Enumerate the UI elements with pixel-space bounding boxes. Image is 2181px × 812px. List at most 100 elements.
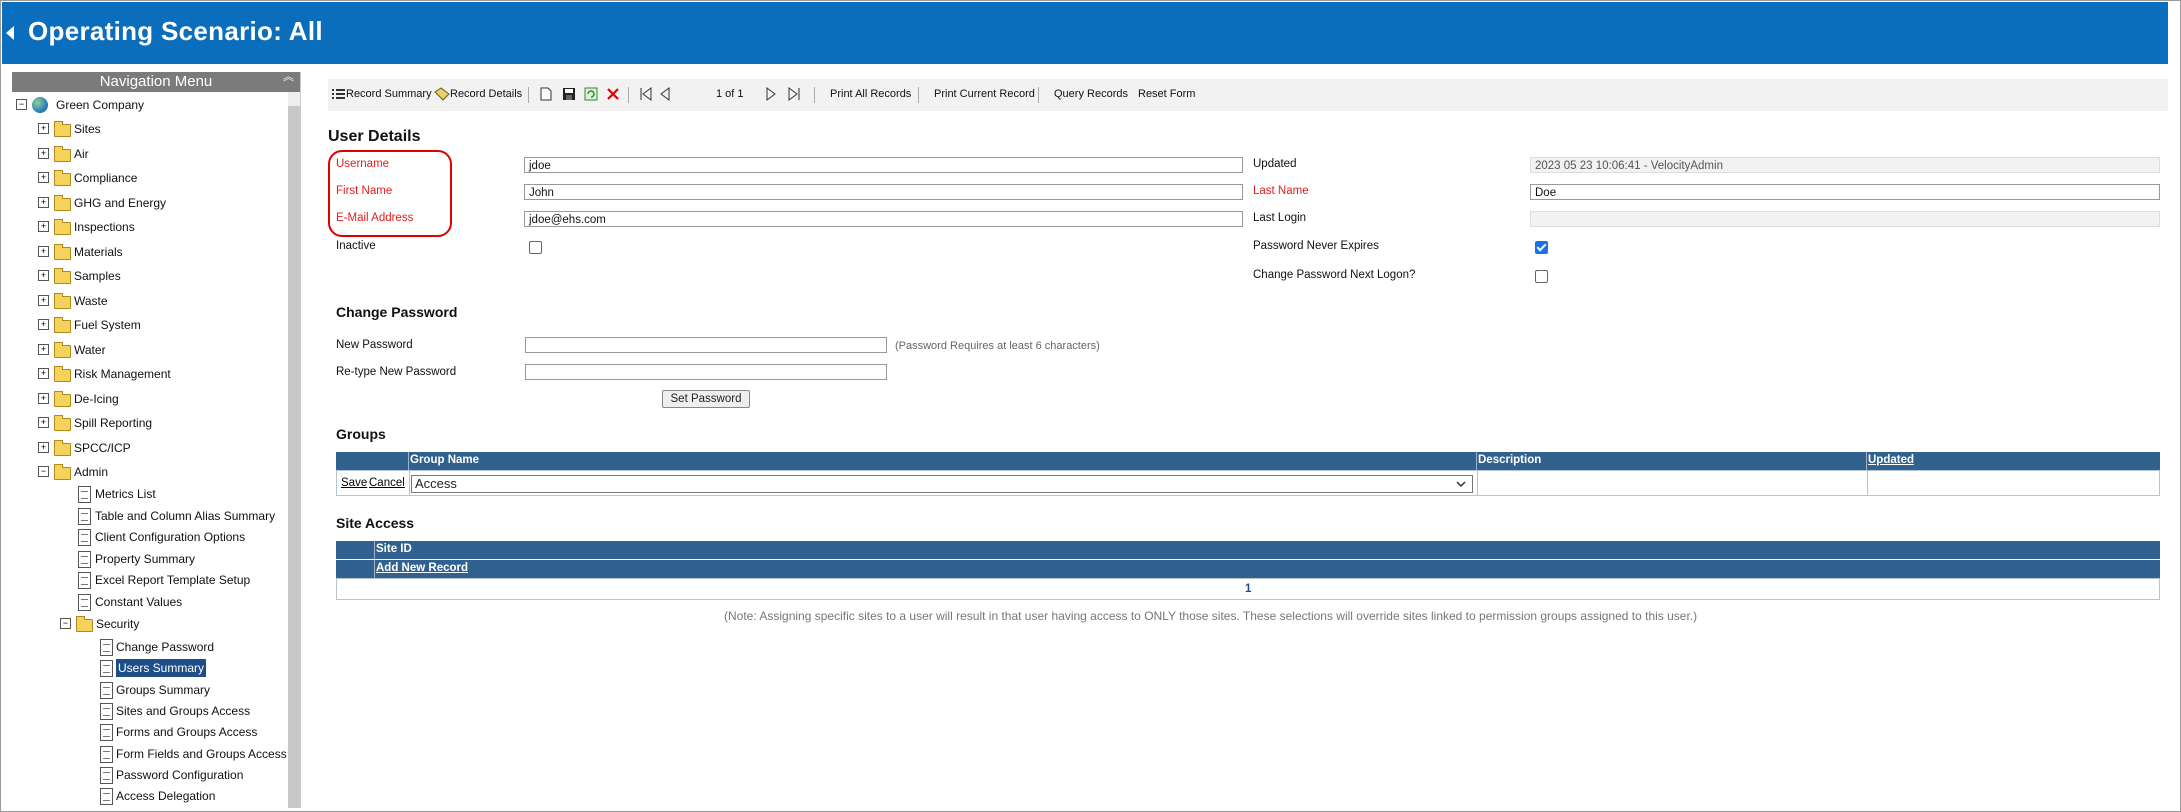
expand-toggle-icon[interactable]: + — [38, 392, 49, 404]
tree-item-users-summary[interactable]: Users Summary — [12, 659, 288, 678]
add-new-record-link[interactable]: Add New Record — [376, 562, 468, 574]
tree-folder-compliance[interactable]: + Compliance — [12, 169, 288, 187]
record-details-button[interactable]: Record Details — [450, 88, 522, 100]
tree-folder-inspections[interactable]: + Inspections — [12, 218, 288, 236]
expand-toggle-icon[interactable]: + — [38, 196, 49, 208]
tree-item-form-fields-and-groups-access[interactable]: Form Fields and Groups Access — [12, 745, 288, 763]
collapse-toggle-icon[interactable]: − — [60, 618, 71, 629]
tree-item-label[interactable]: SPCC/ICP — [74, 439, 131, 457]
set-password-button[interactable]: Set Password — [662, 390, 750, 408]
tree-folder-security[interactable]: − Security — [12, 615, 288, 633]
tree-item-label[interactable]: Change Password — [116, 638, 214, 656]
next-record-icon[interactable] — [766, 87, 776, 101]
tree-folder-water[interactable]: + Water — [12, 341, 288, 359]
delete-icon[interactable] — [606, 87, 620, 101]
retype-password-field[interactable] — [525, 364, 887, 380]
tree-item-forms-and-groups-access[interactable]: Forms and Groups Access — [12, 723, 288, 742]
tree-item-excel-report-template-setup[interactable]: Excel Report Template Setup — [12, 571, 288, 589]
password-never-expires-checkbox[interactable] — [1535, 241, 1548, 254]
change-password-next-logon-checkbox[interactable] — [1535, 270, 1548, 283]
tree-folder-fuel-system[interactable]: + Fuel System — [12, 316, 288, 334]
tag-icon[interactable] — [434, 87, 450, 101]
save-icon[interactable] — [562, 87, 576, 101]
expand-toggle-icon[interactable]: + — [38, 147, 49, 159]
expand-toggle-icon[interactable]: + — [38, 417, 49, 428]
tree-item-label[interactable]: Groups Summary — [116, 681, 210, 699]
tree-item-label[interactable]: Spill Reporting — [74, 414, 152, 432]
tree-folder-admin[interactable]: − Admin — [12, 463, 288, 481]
tree-folder-de-icing[interactable]: + De-Icing — [12, 390, 288, 408]
tree-item-label[interactable]: Risk Management — [74, 365, 171, 383]
tree-item-label[interactable]: Samples — [74, 267, 121, 285]
tree-item-password-configuration[interactable]: Password Configuration — [12, 766, 288, 784]
tree-item-groups-summary[interactable]: Groups Summary — [12, 681, 288, 699]
expand-toggle-icon[interactable]: + — [38, 441, 49, 453]
expand-toggle-icon[interactable]: + — [38, 172, 49, 183]
tree-item-label[interactable]: Client Configuration Options — [95, 528, 245, 546]
tree-folder-spill-reporting[interactable]: + Spill Reporting — [12, 414, 288, 432]
reset-form-button[interactable]: Reset Form — [1138, 88, 1195, 100]
tree-item-label[interactable]: Sites — [74, 120, 101, 138]
tree-item-label[interactable]: Inspections — [74, 218, 135, 236]
expand-toggle-icon[interactable]: + — [38, 270, 49, 281]
username-field[interactable]: jdoe — [524, 157, 1243, 173]
scrollbar-up[interactable] — [288, 92, 300, 106]
save-link[interactable]: Save — [341, 477, 367, 489]
expand-toggle-icon[interactable]: + — [38, 123, 49, 134]
tree-item-table-and-column-alias-summary[interactable]: Table and Column Alias Summary — [12, 507, 288, 525]
cancel-link[interactable]: Cancel — [369, 477, 405, 489]
tree-item-label[interactable]: Password Configuration — [116, 766, 243, 784]
inactive-checkbox[interactable] — [529, 241, 542, 254]
expand-toggle-icon[interactable]: + — [38, 319, 49, 330]
double-chevron-up-icon[interactable]: ︽ — [283, 72, 294, 83]
tree-folder-air[interactable]: + Air — [12, 145, 288, 163]
previous-record-icon[interactable] — [660, 87, 670, 101]
tree-folder-risk-management[interactable]: + Risk Management — [12, 365, 288, 383]
tree-item-client-configuration-options[interactable]: Client Configuration Options — [12, 528, 288, 546]
tree-folder-materials[interactable]: + Materials — [12, 243, 288, 261]
tree-item-label[interactable]: Water — [74, 341, 106, 359]
tree-item-property-summary[interactable]: Property Summary — [12, 550, 288, 568]
collapse-toggle-icon[interactable]: − — [38, 466, 49, 477]
tree-item-label[interactable]: Waste — [74, 292, 108, 310]
tree-item-label[interactable]: Excel Report Template Setup — [95, 571, 250, 589]
tree-item-label[interactable]: Compliance — [74, 169, 137, 187]
tree-item-label[interactable]: Fuel System — [74, 316, 141, 334]
tree-item-label[interactable]: Air — [74, 145, 89, 163]
expand-toggle-icon[interactable]: + — [38, 343, 49, 355]
new-document-icon[interactable] — [540, 87, 552, 101]
tree-item-label[interactable]: De-Icing — [74, 390, 119, 408]
new-password-field[interactable] — [525, 337, 887, 353]
tree-item-constant-values[interactable]: Constant Values — [12, 593, 288, 611]
first-record-icon[interactable] — [640, 87, 652, 101]
page-number-link[interactable]: 1 — [1245, 583, 1251, 595]
tree-item-change-password[interactable]: Change Password — [12, 638, 288, 656]
collapse-arrow-icon[interactable] — [6, 26, 14, 40]
expand-toggle-icon[interactable]: + — [38, 368, 49, 379]
tree-item-label[interactable]: Security — [96, 615, 139, 633]
tree-item-label[interactable]: Access Delegation — [116, 787, 215, 805]
tree-item-label[interactable]: GHG and Energy — [74, 194, 166, 212]
expand-toggle-icon[interactable]: + — [38, 245, 49, 257]
email-field[interactable]: jdoe@ehs.com — [524, 211, 1243, 227]
record-summary-button[interactable]: Record Summary — [346, 88, 432, 100]
nav-scrollbar[interactable] — [288, 106, 300, 808]
tree-item-label[interactable]: Admin — [74, 463, 108, 481]
tree-item-label[interactable]: Forms and Groups Access — [116, 723, 257, 741]
tree-folder-waste[interactable]: + Waste — [12, 292, 288, 310]
tree-item-label[interactable]: Green Company — [56, 96, 144, 114]
expand-toggle-icon[interactable]: + — [38, 294, 49, 306]
tree-item-label[interactable]: Users Summary — [116, 659, 207, 678]
tree-item-access-delegation[interactable]: Access Delegation — [12, 787, 288, 806]
last-name-field[interactable]: Doe — [1530, 184, 2160, 200]
refresh-icon[interactable] — [584, 87, 598, 101]
tree-item-label[interactable]: Materials — [74, 243, 123, 261]
expand-toggle-icon[interactable]: + — [38, 221, 49, 232]
tree-item-label[interactable]: Property Summary — [95, 550, 195, 568]
query-records-button[interactable]: Query Records — [1054, 88, 1128, 100]
group-name-select[interactable]: Access — [411, 475, 1473, 493]
tree-item-label[interactable]: Constant Values — [95, 593, 182, 611]
tree-item-label[interactable]: Metrics List — [95, 485, 156, 503]
list-icon[interactable] — [332, 87, 346, 101]
tree-item-label[interactable]: Sites and Groups Access — [116, 702, 250, 720]
